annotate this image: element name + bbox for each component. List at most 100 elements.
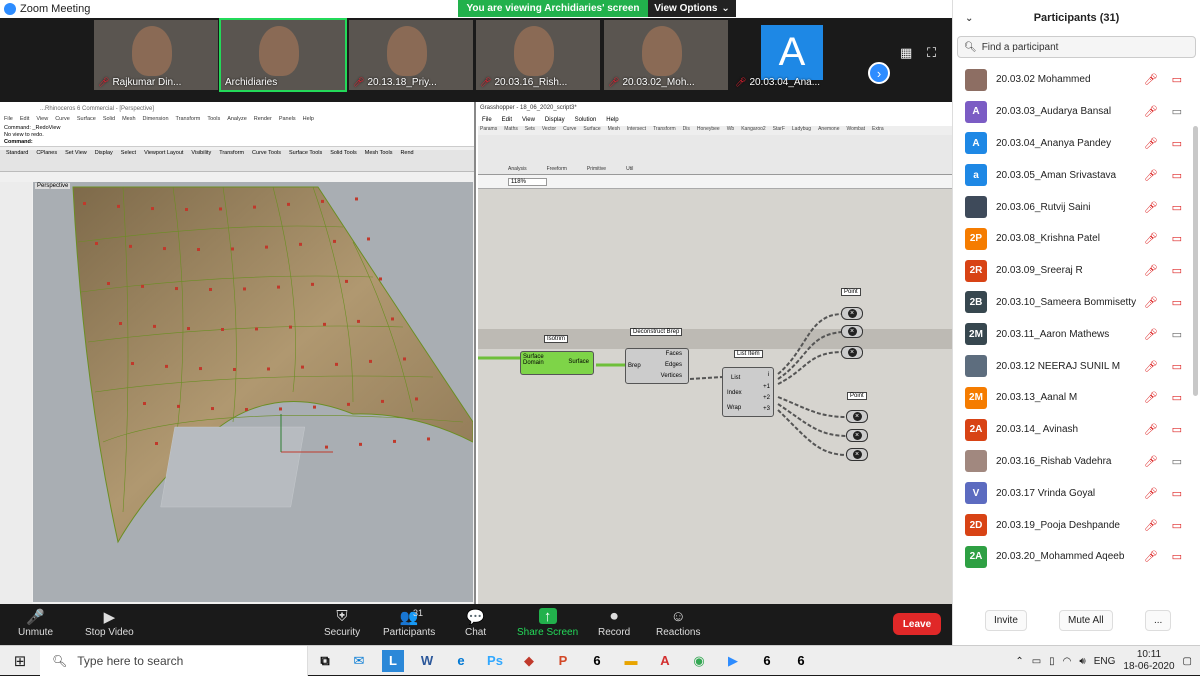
show-hidden-icons-icon[interactable]: ⌃ xyxy=(1015,656,1023,667)
unmute-button[interactable]: 🎤 Unmute xyxy=(18,608,53,638)
control-point[interactable] xyxy=(175,287,178,291)
control-point[interactable] xyxy=(117,204,120,208)
list-item-node[interactable]: List Index Wrap i +1 +2 +3 xyxy=(722,367,774,417)
deconstruct-brep-node[interactable]: Brep Faces Edges Vertices xyxy=(625,348,689,384)
control-point[interactable] xyxy=(279,407,282,411)
isotrim-node[interactable]: Surface Domain Surface xyxy=(520,351,594,375)
rhino-cmd-prompt[interactable]: Command: xyxy=(4,139,474,146)
rhino-toolbar-tab[interactable]: Viewport Layout xyxy=(144,150,183,159)
control-point[interactable] xyxy=(233,367,236,371)
control-point[interactable] xyxy=(231,247,234,251)
reactions-button[interactable]: ☺ Reactions xyxy=(656,608,700,638)
ribbon-group-label[interactable]: Util xyxy=(626,166,633,172)
control-point[interactable] xyxy=(393,439,396,443)
rhino-toolbar-tab[interactable]: Display xyxy=(95,150,113,159)
rhino-toolbar-tab[interactable]: Mesh Tools xyxy=(365,150,393,159)
participants-button[interactable]: 👥 31 Participants xyxy=(383,608,435,638)
grasshopper-menu-item[interactable]: Solution xyxy=(575,117,597,123)
rhino-app-icon[interactable]: 6 xyxy=(580,646,614,676)
chat-button[interactable]: 💬 Chat xyxy=(465,608,486,638)
wifi-icon[interactable]: ◠ xyxy=(1063,656,1072,667)
control-point[interactable] xyxy=(369,359,372,363)
rhino-menu-item[interactable]: Tools xyxy=(207,116,220,125)
volume-icon[interactable]: 🔊︎ xyxy=(1079,656,1085,667)
rhino-toolbar-tab[interactable]: CPlanes xyxy=(36,150,57,159)
control-point[interactable] xyxy=(83,202,86,205)
participant-row[interactable]: 20.03.16_Rishab Vadehra 🎤︎ ▭ xyxy=(953,446,1200,478)
participant-row[interactable]: 20.03.02 Mohammed 🎤︎ ▭ xyxy=(953,64,1200,96)
control-point[interactable] xyxy=(153,324,156,328)
control-point[interactable] xyxy=(311,282,314,286)
task-view-icon[interactable]: ⧉ xyxy=(308,646,342,676)
grasshopper-tab[interactable]: Wb xyxy=(727,126,735,135)
control-point[interactable] xyxy=(323,322,326,326)
control-point[interactable] xyxy=(119,322,122,325)
control-point[interactable] xyxy=(199,367,202,371)
ribbon-group-label[interactable]: Freeform xyxy=(547,166,567,172)
next-page-arrow-icon[interactable]: › xyxy=(868,62,890,84)
participant-row[interactable]: 20.03.06_Rutvij Saini 🎤︎ ▭ xyxy=(953,191,1200,223)
rhino-menu-item[interactable]: File xyxy=(4,116,13,125)
control-point[interactable] xyxy=(151,207,154,211)
grasshopper-tab[interactable]: Curve xyxy=(563,126,576,135)
rhino-toolbar-tab[interactable]: Set View xyxy=(65,150,87,159)
notifications-icon[interactable]: ▢ xyxy=(1183,656,1192,667)
control-point[interactable] xyxy=(243,287,246,291)
rhino-toolbar-tab[interactable]: Standard xyxy=(6,150,28,159)
ribbon-group-label[interactable]: Primitive xyxy=(587,166,606,172)
control-point[interactable] xyxy=(267,367,270,371)
grasshopper-menu-item[interactable]: Display xyxy=(545,117,565,123)
share-screen-button[interactable]: ↑ Share Screen xyxy=(517,608,578,638)
point-param[interactable]: × xyxy=(846,429,868,442)
rhino-app-icon[interactable]: 6 xyxy=(750,646,784,676)
app-l-icon[interactable]: L xyxy=(382,649,404,672)
grasshopper-tab[interactable]: Vector xyxy=(542,126,556,135)
control-point[interactable] xyxy=(187,327,190,331)
grasshopper-menu-item[interactable]: Help xyxy=(606,117,618,123)
video-thumbnail[interactable]: Archidiaries xyxy=(219,18,347,92)
control-point[interactable] xyxy=(185,207,188,211)
control-point[interactable] xyxy=(289,325,292,329)
language-indicator[interactable]: ENG xyxy=(1094,656,1116,667)
clock[interactable]: 10:11 18-06-2020 xyxy=(1123,649,1174,673)
grasshopper-tab[interactable]: Params xyxy=(480,126,497,135)
zoom-app-icon[interactable]: ▶ xyxy=(716,646,750,676)
file-explorer-icon[interactable]: ▬ xyxy=(614,646,648,676)
ribbon-group-label[interactable]: Analysis xyxy=(508,166,527,172)
rhino-menu-item[interactable]: Panels xyxy=(279,116,296,125)
point-param[interactable]: × xyxy=(841,346,863,359)
control-point[interactable] xyxy=(299,242,302,246)
grasshopper-tab[interactable]: Surface xyxy=(583,126,600,135)
battery-icon[interactable]: ▯ xyxy=(1049,656,1055,667)
control-point[interactable] xyxy=(403,357,406,361)
rhino-toolbar-tab[interactable]: Surface Tools xyxy=(289,150,322,159)
participant-row[interactable]: 2A 20.03.20_Mohammed Aqeeb 🎤︎ ▭ xyxy=(953,541,1200,573)
participant-row[interactable]: a 20.03.05_Aman Srivastava 🎤︎ ▭ xyxy=(953,159,1200,191)
grasshopper-tab[interactable]: Transform xyxy=(653,126,676,135)
network-icon[interactable]: ▭ xyxy=(1032,656,1041,667)
powerpoint-icon[interactable]: P xyxy=(546,646,580,676)
participant-row[interactable]: 2B 20.03.10_Sameera Bommisetty 🎤︎ ▭ xyxy=(953,287,1200,319)
control-point[interactable] xyxy=(209,287,212,291)
control-point[interactable] xyxy=(345,279,348,283)
mail-app-icon[interactable]: ✉ xyxy=(342,646,376,676)
grasshopper-tab[interactable]: Maths xyxy=(504,126,518,135)
rhino-app-icon[interactable]: 6 xyxy=(784,646,818,676)
control-point[interactable] xyxy=(163,247,166,251)
rhino-toolbar-tab[interactable]: Transform xyxy=(219,150,244,159)
video-thumbnail[interactable]: 🎤︎ Rajkumar Din... xyxy=(94,20,218,90)
rhino-menu-item[interactable]: Curve xyxy=(55,116,70,125)
point-param[interactable]: × xyxy=(846,410,868,423)
rhino-menu-item[interactable]: Solid xyxy=(103,116,115,125)
control-point[interactable] xyxy=(221,327,224,331)
grasshopper-tab[interactable]: Intersect xyxy=(627,126,646,135)
invite-button[interactable]: Invite xyxy=(985,610,1027,631)
video-thumbnail[interactable]: 🎤︎ 20.03.16_Rish... xyxy=(476,20,600,90)
rhino-menu-item[interactable]: Render xyxy=(254,116,272,125)
control-point[interactable] xyxy=(347,402,350,406)
grasshopper-tab[interactable]: Wombat xyxy=(847,126,866,135)
control-point[interactable] xyxy=(211,407,214,411)
zoom-level[interactable]: 118% xyxy=(508,177,547,186)
grasshopper-menu-item[interactable]: File xyxy=(482,117,492,123)
more-button[interactable]: ... xyxy=(1145,610,1172,631)
